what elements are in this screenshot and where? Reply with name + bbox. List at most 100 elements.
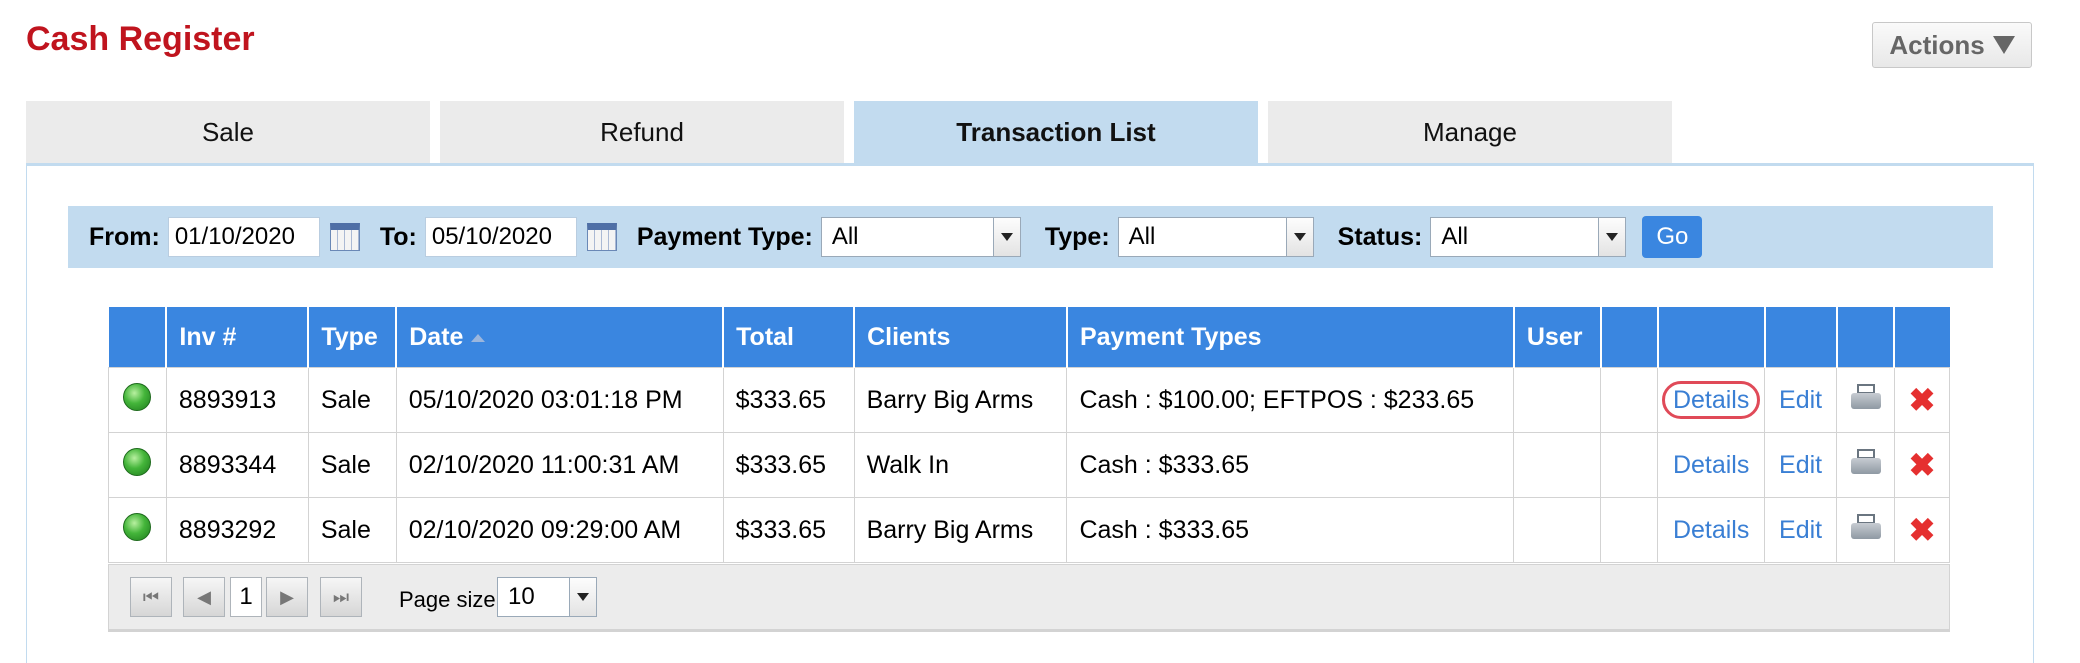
page-title: Cash Register	[26, 20, 255, 58]
from-date-input[interactable]: 01/10/2020	[167, 217, 320, 257]
actions-label: Actions	[1889, 29, 1985, 60]
chevron-down-icon[interactable]	[1598, 218, 1626, 256]
page-size-value: 10	[508, 583, 535, 610]
actions-button[interactable]: Actions	[1872, 22, 2032, 68]
details-link[interactable]: Details	[1673, 516, 1749, 544]
user-cell	[1513, 497, 1602, 563]
column-header-blank	[1599, 307, 1658, 368]
sort-ascending-icon	[471, 333, 486, 342]
column-header-user[interactable]: User	[1512, 307, 1601, 368]
details-link[interactable]: Details	[1673, 451, 1749, 479]
chevron-down-icon[interactable]	[992, 218, 1020, 256]
table-row: 8893292 Sale 02/10/2020 09:29:00 AM $333…	[108, 497, 1951, 563]
dropdown-triangle-icon	[1992, 36, 2015, 54]
total-cell: $333.65	[722, 497, 855, 563]
prev-page-icon[interactable]: ◀	[183, 577, 225, 617]
payment-type-select[interactable]: All	[820, 217, 1021, 257]
tab-sale[interactable]: Sale	[26, 101, 430, 163]
green-status-dot-icon	[123, 447, 152, 476]
delete-cell: ✖	[1893, 497, 1951, 563]
status-select[interactable]: All	[1430, 217, 1627, 257]
printer-icon[interactable]	[1850, 448, 1881, 475]
calendar-icon[interactable]	[586, 223, 617, 251]
column-header-delete	[1893, 307, 1950, 368]
table-row: 8893913 Sale 05/10/2020 03:01:18 PM $333…	[108, 367, 1951, 433]
print-cell	[1836, 497, 1895, 563]
type-cell: Sale	[307, 367, 397, 433]
edit-link[interactable]: Edit	[1779, 516, 1822, 544]
type-cell: Sale	[307, 497, 397, 563]
chevron-down-icon[interactable]	[569, 578, 596, 616]
date-cell: 02/10/2020 11:00:31 AM	[395, 432, 724, 498]
column-header-edit	[1763, 307, 1837, 368]
to-date-input[interactable]: 05/10/2020	[424, 217, 577, 257]
last-page-icon[interactable]: ⏭	[320, 577, 362, 617]
next-page-icon[interactable]: ▶	[266, 577, 308, 617]
column-header-details	[1656, 307, 1765, 368]
tab-manage[interactable]: Manage	[1268, 101, 1672, 163]
printer-icon[interactable]	[1850, 513, 1881, 540]
calendar-icon[interactable]	[329, 223, 360, 251]
inv-cell: 8893292	[165, 497, 309, 563]
status-value: All	[1441, 223, 1469, 250]
inv-cell: 8893913	[165, 367, 309, 433]
transaction-table: Inv # Type Date Total Clients Payment Ty…	[108, 307, 1951, 563]
column-header-type[interactable]: Type	[307, 307, 397, 368]
from-label: From:	[89, 222, 160, 251]
total-cell: $333.65	[722, 432, 855, 498]
delete-x-icon[interactable]: ✖	[1909, 447, 1936, 483]
edit-link[interactable]: Edit	[1779, 451, 1822, 479]
date-cell: 02/10/2020 09:29:00 AM	[395, 497, 724, 563]
page-size-label: Page size:	[399, 587, 502, 612]
payment-cell: Cash : $333.65	[1066, 432, 1515, 498]
inv-cell: 8893344	[165, 432, 309, 498]
edit-link[interactable]: Edit	[1779, 386, 1822, 414]
tab-label: Sale	[201, 116, 255, 147]
details-cell: Details	[1657, 367, 1766, 433]
client-cell: Walk In	[853, 432, 1068, 498]
delete-cell: ✖	[1893, 367, 1951, 433]
column-header-clients[interactable]: Clients	[853, 307, 1067, 368]
type-select[interactable]: All	[1117, 217, 1314, 257]
details-cell: Details	[1657, 497, 1766, 563]
date-header-label: Date	[409, 322, 464, 351]
to-label: To:	[379, 222, 417, 251]
first-page-icon[interactable]: ⏮	[130, 577, 172, 617]
column-header-inv[interactable]: Inv #	[165, 307, 309, 368]
type-label: Type:	[1044, 222, 1110, 251]
status-cell	[108, 367, 167, 433]
pager-bar: ⏮ ◀ 1 ▶ ⏭ Page size: 10	[108, 564, 1950, 632]
column-header-total[interactable]: Total	[722, 307, 855, 368]
delete-x-icon[interactable]: ✖	[1909, 512, 1936, 548]
page-size-select[interactable]: 10	[497, 577, 597, 617]
blank-cell	[1600, 367, 1659, 433]
edit-cell: Edit	[1764, 367, 1838, 433]
column-header-payment-types[interactable]: Payment Types	[1065, 307, 1514, 368]
column-header-status	[108, 307, 167, 368]
status-cell	[108, 497, 167, 563]
tab-label: Manage	[1423, 116, 1517, 147]
date-cell: 05/10/2020 03:01:18 PM	[395, 367, 724, 433]
client-cell: Barry Big Arms	[853, 497, 1068, 563]
payment-cell: Cash : $333.65	[1066, 497, 1515, 563]
payment-cell: Cash : $100.00; EFTPOS : $233.65	[1066, 367, 1515, 433]
column-header-print	[1835, 307, 1895, 368]
go-button[interactable]: Go	[1642, 216, 1703, 258]
delete-x-icon[interactable]: ✖	[1909, 382, 1936, 418]
green-status-dot-icon	[123, 512, 152, 541]
chevron-down-icon[interactable]	[1285, 218, 1313, 256]
status-cell	[108, 432, 167, 498]
details-cell: Details	[1657, 432, 1766, 498]
current-page-input[interactable]: 1	[230, 577, 262, 617]
tab-refund[interactable]: Refund	[440, 101, 844, 163]
edit-cell: Edit	[1764, 497, 1838, 563]
tab-transaction-list[interactable]: Transaction List	[854, 101, 1258, 163]
delete-cell: ✖	[1893, 432, 1951, 498]
print-cell	[1836, 432, 1895, 498]
type-cell: Sale	[307, 432, 397, 498]
table-header-row: Inv # Type Date Total Clients Payment Ty…	[108, 307, 1950, 368]
printer-icon[interactable]	[1850, 383, 1881, 410]
details-link[interactable]: Details	[1661, 380, 1761, 419]
column-header-date[interactable]: Date	[395, 307, 724, 368]
client-cell: Barry Big Arms	[853, 367, 1068, 433]
